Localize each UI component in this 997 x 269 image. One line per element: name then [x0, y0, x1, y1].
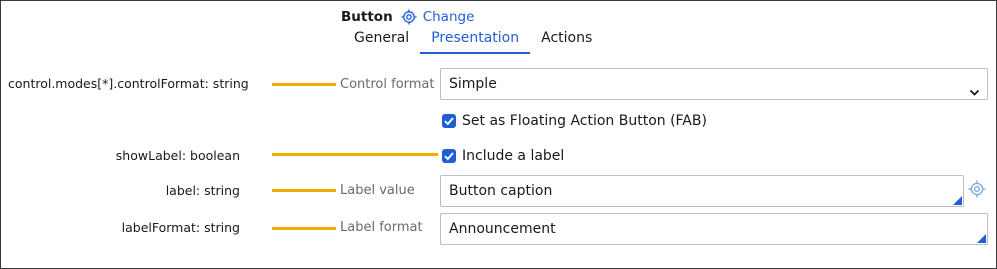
- annotation-line: [272, 153, 438, 156]
- tab-general[interactable]: General: [343, 28, 420, 54]
- tab-presentation[interactable]: Presentation: [420, 28, 531, 54]
- annotation-control-format: control.modes[*].controlFormat: string: [8, 76, 249, 91]
- resize-corner-icon: [977, 234, 986, 243]
- label-format-input[interactable]: Announcement: [440, 213, 988, 245]
- target-icon[interactable]: [401, 9, 417, 25]
- resize-corner-icon: [953, 196, 962, 205]
- label-value-label: Label value: [340, 183, 415, 198]
- control-header: Button Change: [341, 7, 474, 27]
- annotation-show-label: showLabel: boolean: [115, 148, 240, 163]
- annotation-line: [272, 189, 336, 192]
- include-label-checkbox-row: Include a label: [442, 148, 564, 164]
- annotation-label-format: labelFormat: string: [121, 220, 240, 235]
- annotation-line: [272, 227, 336, 230]
- control-format-value: Simple: [449, 76, 497, 92]
- tab-actions[interactable]: Actions: [530, 28, 603, 54]
- annotation-line: [272, 83, 336, 86]
- control-format-select[interactable]: Simple: [440, 68, 988, 100]
- change-link[interactable]: Change: [423, 9, 475, 25]
- control-format-label: Control format: [340, 77, 435, 92]
- label-format-text: Announcement: [449, 221, 556, 237]
- label-value-text: Button caption: [449, 183, 553, 199]
- target-icon[interactable]: [968, 180, 986, 198]
- fab-checkbox-row: Set as Floating Action Button (FAB): [442, 113, 707, 129]
- fab-checkbox[interactable]: [442, 114, 456, 128]
- fab-checkbox-label: Set as Floating Action Button (FAB): [462, 113, 707, 129]
- annotation-label: label: string: [165, 183, 240, 198]
- control-name: Button: [341, 9, 393, 25]
- label-value-input[interactable]: Button caption: [440, 175, 964, 207]
- include-label-checkbox[interactable]: [442, 149, 456, 163]
- chevron-down-icon: [969, 79, 980, 96]
- label-format-label: Label format: [340, 220, 423, 235]
- include-label-checkbox-label: Include a label: [462, 148, 565, 164]
- tab-bar: General Presentation Actions: [343, 28, 603, 54]
